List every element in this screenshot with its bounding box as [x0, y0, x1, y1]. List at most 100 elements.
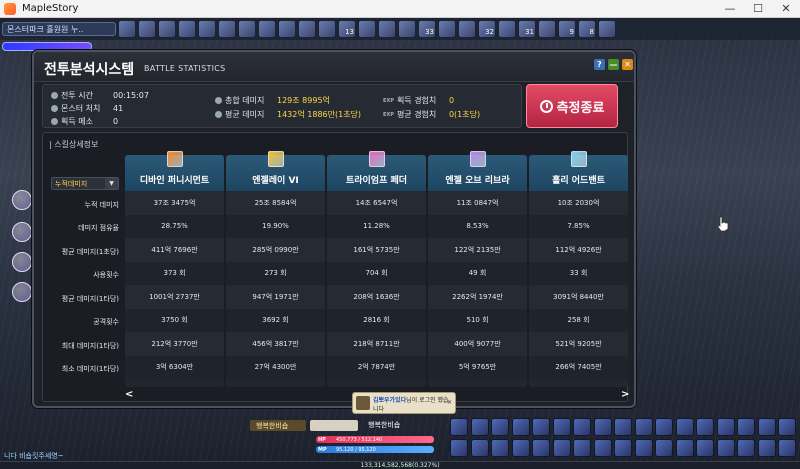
top-quickslot[interactable]: [298, 20, 316, 38]
skill-quickslot[interactable]: [532, 418, 550, 436]
skill-name: 엔젤레이 VI: [252, 176, 299, 186]
top-quickslot[interactable]: [218, 20, 236, 38]
skill-quickslot[interactable]: [614, 418, 632, 436]
help-button[interactable]: ?: [594, 59, 605, 70]
notification-close-button[interactable]: ✕: [447, 399, 452, 406]
mp-value: 95,120 / 95,120: [336, 446, 376, 453]
skill-quickslot[interactable]: [470, 439, 489, 457]
guild-tag-text: 몬스터파크 홀원원 누..: [7, 24, 84, 34]
maximize-window-button[interactable]: ☐: [744, 0, 772, 18]
top-quickslot[interactable]: [458, 20, 476, 38]
skill-quickslot[interactable]: [675, 439, 694, 457]
skill-quickslot[interactable]: [573, 418, 591, 436]
skill-quickslot[interactable]: [450, 439, 468, 457]
top-quickslot[interactable]: [318, 20, 336, 38]
skill-quickslot[interactable]: [696, 418, 714, 436]
top-quickslot[interactable]: [438, 20, 456, 38]
skill-quickslot[interactable]: [696, 439, 714, 457]
sort-dropdown[interactable]: 누적데미지 ▼: [51, 177, 119, 190]
top-quickslot[interactable]: [538, 20, 556, 38]
skill-quickslot[interactable]: [737, 418, 755, 436]
skill-quickslot[interactable]: [593, 418, 612, 436]
skill-quickslot[interactable]: [573, 439, 591, 457]
top-quickslot[interactable]: [278, 20, 296, 38]
top-quickslot[interactable]: 31: [518, 20, 536, 38]
skill-quickslot[interactable]: [491, 439, 509, 457]
skill-quickslot[interactable]: [778, 418, 796, 436]
skill-header[interactable]: 엔젤레이 VI: [226, 151, 325, 191]
skill-quickslot[interactable]: [737, 439, 755, 457]
mp-label: MP: [318, 446, 327, 453]
minimize-window-button[interactable]: —: [716, 0, 744, 18]
skill-header[interactable]: 엔젤 오브 리브라: [428, 151, 527, 191]
skill-quickslot[interactable]: [716, 439, 735, 457]
skill-header[interactable]: 디바인 퍼니시먼트: [125, 151, 224, 191]
side-buff-icon-4[interactable]: [12, 282, 32, 302]
hand-cursor-icon: [717, 216, 729, 232]
skill-quickslot[interactable]: [511, 418, 530, 436]
top-quickslot[interactable]: [178, 20, 196, 38]
skill-quickslot[interactable]: [470, 418, 489, 436]
top-quickslot[interactable]: [118, 20, 136, 38]
skill-header[interactable]: 홀리 어드밴트: [529, 151, 628, 191]
skill-quickslot[interactable]: [552, 418, 571, 436]
skill-quickslot[interactable]: [532, 439, 550, 457]
top-quickslot[interactable]: 8: [578, 20, 596, 38]
top-quickslot[interactable]: [358, 20, 376, 38]
monster-kill-label: 몬스터 처치: [61, 104, 101, 113]
skill-stat-cell: 258 회: [529, 308, 628, 332]
top-quickslot[interactable]: [498, 20, 516, 38]
skill-stat-cell: 3091억 8440만: [529, 285, 628, 309]
top-quickslot[interactable]: [198, 20, 216, 38]
angel-of-libra-icon: [470, 151, 486, 167]
side-buff-icon-2[interactable]: [12, 222, 32, 242]
skill-stat-cell: 8.53%: [428, 214, 527, 238]
skill-quickslot[interactable]: [757, 418, 776, 436]
top-quickslot[interactable]: 13: [338, 20, 356, 38]
top-quickslot[interactable]: [158, 20, 176, 38]
side-buff-icon-1[interactable]: [12, 190, 32, 210]
side-buff-icon-3[interactable]: [12, 252, 32, 272]
skill-quickslot[interactable]: [778, 439, 796, 457]
skill-stat-cell: 11조 0847억: [428, 191, 527, 215]
skill-quickslot[interactable]: [757, 439, 776, 457]
skill-header[interactable]: 트라이엄프 페더: [327, 151, 426, 191]
panel-header: 전투분석시스템 BATTLE STATISTICS ? — ✕: [34, 52, 634, 82]
top-quickslot[interactable]: [398, 20, 416, 38]
skill-quickslot[interactable]: [450, 418, 468, 436]
close-window-button[interactable]: ✕: [772, 0, 800, 18]
avg-exp-label: 평균 경험치: [396, 110, 437, 119]
skill-quickslot[interactable]: [716, 418, 735, 436]
skill-quickslot[interactable]: [634, 439, 653, 457]
skill-stat-cell: 208억 1636만: [327, 285, 426, 309]
prev-page-arrow[interactable]: <: [125, 389, 133, 400]
top-quickslot[interactable]: [598, 20, 616, 38]
skill-quickslot[interactable]: [634, 418, 653, 436]
top-quickslot[interactable]: [238, 20, 256, 38]
stop-measure-button[interactable]: 측정종료: [526, 84, 618, 128]
top-quickslot[interactable]: 9: [558, 20, 576, 38]
skill-quickslot[interactable]: [511, 439, 530, 457]
skill-quickslot[interactable]: [491, 418, 509, 436]
skill-quickslot[interactable]: [675, 418, 694, 436]
chevron-down-icon[interactable]: ▼: [105, 178, 118, 189]
skill-stat-cell: 273 회: [226, 261, 325, 285]
panel-minimize-button[interactable]: —: [608, 59, 619, 70]
skill-quickslot[interactable]: [655, 418, 673, 436]
top-quickslot[interactable]: [138, 20, 156, 38]
login-notification[interactable]: 김뽀우가있다님이 로그인 했습니다 ✕: [352, 392, 456, 414]
skill-quickslot[interactable]: [593, 439, 612, 457]
skill-name: 엔젤 오브 리브라: [445, 176, 510, 186]
top-quickslot[interactable]: 33: [418, 20, 436, 38]
row-label: 최대 데미지(1타당): [61, 341, 119, 350]
panel-close-button[interactable]: ✕: [622, 59, 633, 70]
top-quickslot[interactable]: 32: [478, 20, 496, 38]
top-quickslot[interactable]: [378, 20, 396, 38]
skill-quickslot[interactable]: [614, 439, 632, 457]
top-quickslot[interactable]: [258, 20, 276, 38]
stop-measure-label: 측정종료: [556, 100, 605, 116]
skill-quickslot[interactable]: [655, 439, 673, 457]
skill-quickslot[interactable]: [552, 439, 571, 457]
exp-gain-value: 0: [448, 96, 455, 105]
next-page-arrow[interactable]: >: [621, 389, 629, 400]
